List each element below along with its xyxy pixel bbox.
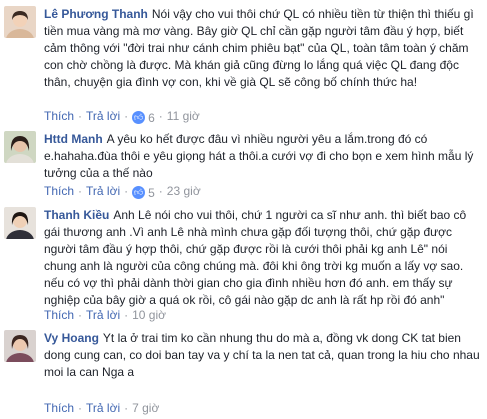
separator: · — [124, 308, 129, 322]
reply-button[interactable]: Trả lời — [86, 401, 120, 415]
comment-actions: Thích · Trả lời · 10 giờ — [44, 307, 166, 323]
comment-time[interactable]: 10 giờ — [132, 308, 166, 322]
like-button[interactable]: Thích — [44, 401, 74, 415]
avatar[interactable] — [4, 131, 36, 163]
comment-text: Yt la ở trai tim ko cần nhung thu do mà … — [44, 331, 480, 379]
comment-body: Thanh Kiều Anh Lê nói cho vui thôi, chứ 1… — [44, 207, 483, 309]
separator: · — [158, 184, 163, 198]
thumbs-up-icon: 👍︎ — [132, 111, 146, 124]
separator: · — [78, 401, 83, 415]
separator: · — [158, 109, 163, 123]
separator: · — [78, 308, 83, 322]
reaction-number: 6 — [148, 110, 155, 125]
comment-body: Httd Manh A yêu ko hết được đâu vì nhiều … — [44, 131, 483, 182]
comment-time[interactable]: 11 giờ — [167, 109, 200, 123]
comment-time[interactable]: 23 giờ — [167, 184, 201, 198]
comment-actions: Thích · Trả lời · 👍︎ 6 · 11 giờ — [44, 108, 200, 126]
like-button[interactable]: Thích — [44, 184, 74, 198]
comment-body: Lê Phương Thanh Nói vậy cho vui thôi chứ … — [44, 6, 483, 91]
like-button[interactable]: Thích — [44, 308, 74, 322]
comment-author[interactable]: Vy Hoang — [44, 331, 99, 345]
separator: · — [124, 401, 129, 415]
avatar[interactable] — [4, 330, 36, 362]
separator: · — [124, 109, 129, 123]
separator: · — [78, 109, 83, 123]
comment-text: Anh Lê nói cho vui thôi, chứ 1 người ca … — [44, 208, 467, 307]
comment-list: Lê Phương Thanh Nói vậy cho vui thôi chứ … — [0, 0, 487, 419]
comment-actions: Thích · Trả lời · 7 giờ — [44, 400, 159, 416]
comment-author[interactable]: Httd Manh — [44, 132, 103, 146]
reply-button[interactable]: Trả lời — [86, 109, 120, 123]
comment-time[interactable]: 7 giờ — [132, 401, 159, 415]
reply-button[interactable]: Trả lời — [86, 308, 120, 322]
reaction-number: 5 — [148, 185, 155, 200]
reaction-count[interactable]: 👍︎ 5 — [132, 185, 155, 201]
comment-actions: Thích · Trả lời · 👍︎ 5 · 23 giờ — [44, 183, 201, 201]
avatar[interactable] — [4, 207, 36, 239]
reply-button[interactable]: Trả lời — [86, 184, 120, 198]
separator: · — [78, 184, 83, 198]
comment-body: Vy Hoang Yt la ở trai tim ko cần nhung th… — [44, 330, 483, 381]
comment-author[interactable]: Lê Phương Thanh — [44, 7, 148, 21]
like-button[interactable]: Thích — [44, 109, 74, 123]
thumbs-up-icon: 👍︎ — [132, 186, 146, 199]
separator: · — [124, 184, 129, 198]
reaction-count[interactable]: 👍︎ 6 — [132, 110, 155, 126]
comment-text: A yêu ko hết được đâu vì nhiều người yêu… — [44, 132, 474, 180]
comment-author[interactable]: Thanh Kiều — [44, 208, 109, 222]
avatar[interactable] — [4, 6, 36, 38]
